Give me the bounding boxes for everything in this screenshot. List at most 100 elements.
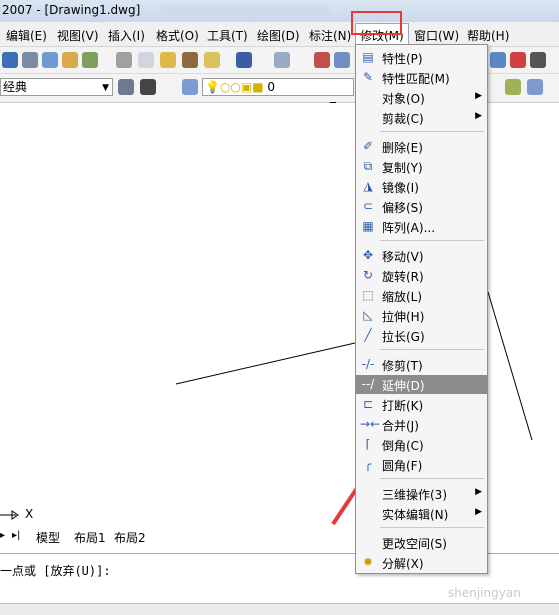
watermark: shenjingyan [448, 586, 521, 600]
tab-nav-prev-icon[interactable]: ▸ [0, 530, 5, 541]
menu-item-label: 延伸(D) [382, 379, 425, 393]
extend-icon: --/ [361, 377, 375, 391]
sheet-set-icon[interactable] [490, 52, 506, 68]
menu-item-break[interactable]: ⊏ 打断(K) [356, 395, 487, 414]
block-editor-icon[interactable] [204, 52, 220, 68]
menu-item-erase[interactable]: ✐ 删除(E) [356, 137, 487, 156]
layer-select[interactable]: 💡○○▣■ 0 [202, 78, 354, 96]
mirror-icon: ◮ [363, 179, 373, 193]
layer-previous-icon[interactable] [505, 79, 521, 95]
modify-menu: ▤ 特性(P) ✎ 特性匹配(M) 对象(O) ▶ 剪裁(C) ▶ ✐ 删除(E… [355, 44, 488, 574]
layout-tabs: ▸ ▸| 模型 布局1 布局2 [0, 528, 360, 546]
chamfer-icon: ⌈ [365, 437, 371, 451]
menu-item-label: 拉伸(H) [382, 310, 425, 324]
chevron-down-icon: ▼ [102, 83, 109, 93]
workspace-settings-icon[interactable] [118, 79, 134, 95]
explode-icon: ✹ [362, 555, 374, 569]
title-bar: 2007 - [Drawing1.dwg] [0, 0, 559, 22]
layer-manager-icon[interactable] [182, 79, 198, 95]
title-blur [160, 4, 330, 16]
menu-item-join[interactable]: →← 合并(J) [356, 415, 487, 434]
3d-dwf-icon[interactable] [82, 52, 98, 68]
menu-item-label: 特性(P) [382, 52, 423, 66]
menu-item-extend[interactable]: --/ 延伸(D) [356, 375, 487, 394]
tab-layout1[interactable]: 布局1 [74, 529, 106, 546]
annotation-highlight-box [351, 11, 402, 35]
erase-icon: ✐ [362, 139, 374, 153]
match-properties-icon: ✎ [362, 70, 374, 84]
tab-model[interactable]: 模型 [36, 529, 60, 546]
menu-item-solid-editing[interactable]: 实体编辑(N) ▶ [356, 504, 487, 523]
command-prompt[interactable]: 一点或 [放弃(U)]: [0, 562, 111, 579]
menu-format[interactable]: 格式(O) [156, 27, 199, 44]
menu-item-rotate[interactable]: ↻ 旋转(R) [356, 266, 487, 285]
menu-item-explode[interactable]: ✹ 分解(X) [356, 553, 487, 572]
menu-item-offset[interactable]: ⊂ 偏移(S) [356, 197, 487, 216]
lengthen-icon: ╱ [364, 328, 372, 342]
menu-item-stretch[interactable]: ◺ 拉伸(H) [356, 306, 487, 325]
menu-item-move[interactable]: ✥ 移动(V) [356, 246, 487, 265]
menu-item-label: 缩放(L) [382, 290, 423, 304]
menu-item-label: 特性匹配(M) [382, 72, 450, 86]
menu-item-scale[interactable]: ⬚ 缩放(L) [356, 286, 487, 305]
redo-icon[interactable] [274, 52, 290, 68]
menu-item-chamfer[interactable]: ⌈ 倒角(C) [356, 435, 487, 454]
undo-icon[interactable] [236, 52, 252, 68]
menu-item-label: 三维操作(3) [382, 488, 447, 502]
menu-help[interactable]: 帮助(H) [467, 27, 509, 44]
submenu-arrow-icon: ▶ [475, 487, 482, 497]
menu-draw[interactable]: 绘图(D) [257, 27, 300, 44]
layer-on-icon: 💡○○▣■ [205, 80, 264, 94]
menu-dimension[interactable]: 标注(N) [309, 27, 351, 44]
match-prop-icon[interactable] [182, 52, 198, 68]
zoom-icon[interactable] [334, 52, 350, 68]
menu-separator [380, 131, 484, 132]
menu-item-properties[interactable]: ▤ 特性(P) [356, 48, 487, 67]
menu-insert[interactable]: 插入(I) [108, 27, 145, 44]
menu-item-change-space[interactable]: 更改空间(S) [356, 533, 487, 552]
menu-item-label: 旋转(R) [382, 270, 424, 284]
menu-item-array[interactable]: ▦ 阵列(A)... [356, 217, 487, 236]
cut-icon[interactable] [116, 52, 132, 68]
menu-item-label: 更改空间(S) [382, 537, 447, 551]
menu-item-label: 删除(E) [382, 141, 423, 155]
menu-item-label: 阵列(A)... [382, 221, 436, 235]
submenu-arrow-icon: ▶ [475, 507, 482, 517]
menu-item-3d-operations[interactable]: 三维操作(3) ▶ [356, 484, 487, 503]
markup-icon[interactable] [510, 52, 526, 68]
copy-clip-icon[interactable] [138, 52, 154, 68]
tab-nav-last-icon[interactable]: ▸| [12, 530, 20, 541]
menu-item-mirror[interactable]: ◮ 镜像(I) [356, 177, 487, 196]
menu-item-label: 打断(K) [382, 399, 424, 413]
menu-tools[interactable]: 工具(T) [207, 27, 248, 44]
menu-item-object[interactable]: 对象(O) ▶ [356, 88, 487, 107]
fillet-icon: ╭ [364, 457, 372, 471]
print-icon[interactable] [22, 52, 38, 68]
calculator-icon[interactable] [530, 52, 546, 68]
save-icon[interactable] [2, 52, 18, 68]
plot-preview-icon[interactable] [42, 52, 58, 68]
ucs-x-label: X [25, 507, 34, 521]
menu-item-match-properties[interactable]: ✎ 特性匹配(M) [356, 68, 487, 87]
publish-icon[interactable] [62, 52, 78, 68]
pan-icon[interactable] [314, 52, 330, 68]
tab-layout2[interactable]: 布局2 [114, 529, 146, 546]
workspace-save-icon[interactable] [140, 79, 156, 95]
break-icon: ⊏ [362, 397, 374, 411]
menu-item-trim[interactable]: -/- 修剪(T) [356, 355, 487, 374]
copy-icon: ⧉ [363, 159, 373, 173]
menu-edit[interactable]: 编辑(E) [6, 27, 47, 44]
menu-item-lengthen[interactable]: ╱ 拉长(G) [356, 326, 487, 345]
menu-item-label: 偏移(S) [382, 201, 423, 215]
menu-window[interactable]: 窗口(W) [414, 27, 459, 44]
submenu-arrow-icon: ▶ [475, 91, 482, 101]
menu-item-fillet[interactable]: ╭ 圆角(F) [356, 455, 487, 474]
menu-item-copy[interactable]: ⧉ 复制(Y) [356, 157, 487, 176]
layer-states-icon[interactable] [527, 79, 543, 95]
menu-item-clip[interactable]: 剪裁(C) ▶ [356, 108, 487, 127]
menu-item-label: 对象(O) [382, 92, 425, 106]
workspace-value: 经典 [3, 80, 28, 94]
workspace-select[interactable]: 经典 ▼ [0, 78, 113, 96]
menu-view[interactable]: 视图(V) [57, 27, 99, 44]
paste-icon[interactable] [160, 52, 176, 68]
